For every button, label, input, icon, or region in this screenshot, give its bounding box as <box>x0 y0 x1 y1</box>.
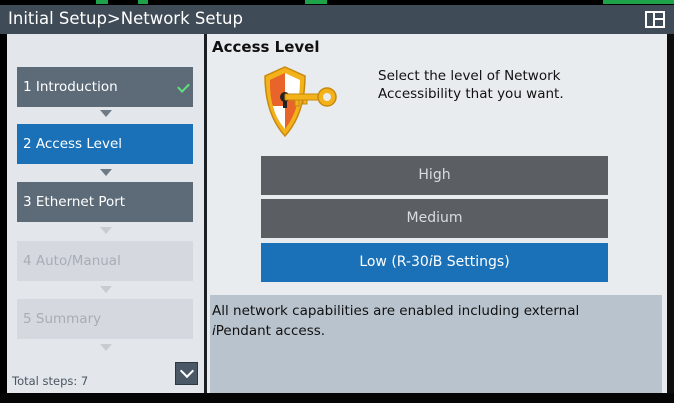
arrow-down-icon <box>100 286 112 293</box>
level-label-prefix: Low (R-30 <box>359 254 429 270</box>
step-label: 4 Auto/Manual <box>23 253 121 269</box>
top-accent <box>96 0 108 4</box>
title-bar: Initial Setup>Network Setup <box>0 5 674 34</box>
level-high-button[interactable]: High <box>261 156 608 195</box>
description-line-2: Pendant access. <box>215 323 326 339</box>
step-ethernet-port[interactable]: 3 Ethernet Port <box>17 182 193 222</box>
step-label: 3 Ethernet Port <box>23 194 126 210</box>
shield-key-icon <box>264 66 337 138</box>
main-content: Access Level Select the level of Network… <box>207 34 667 393</box>
top-accent <box>305 0 327 4</box>
bottom-strip <box>0 393 674 403</box>
step-access-level[interactable]: 2 Access Level <box>17 124 193 164</box>
arrow-down-icon <box>100 344 112 351</box>
description-line-1: All network capabilities are enabled inc… <box>212 303 580 319</box>
total-steps: Total steps: 7 <box>12 374 89 388</box>
arrow-down-icon <box>100 110 112 117</box>
arrow-down-icon <box>100 169 112 176</box>
chevron-down-icon[interactable] <box>175 362 198 385</box>
level-low-button[interactable]: Low (R-30iB Settings) <box>261 243 608 282</box>
level-label: Medium <box>406 210 463 226</box>
arrow-down-icon <box>100 227 112 234</box>
top-accent <box>603 0 674 4</box>
page-title: Access Level <box>212 38 320 56</box>
level-medium-button[interactable]: Medium <box>261 199 608 238</box>
step-label: 5 Summary <box>23 311 102 327</box>
right-edge <box>667 34 674 393</box>
level-label-suffix: B Settings) <box>432 254 510 270</box>
step-summary: 5 Summary <box>17 299 193 339</box>
level-description: All network capabilities are enabled inc… <box>210 295 662 393</box>
step-label: 1 Introduction <box>23 79 118 95</box>
step-label: 2 Access Level <box>23 136 123 152</box>
step-auto-manual: 4 Auto/Manual <box>17 241 193 281</box>
level-label: High <box>418 167 451 183</box>
check-icon <box>177 80 190 93</box>
steps-sidebar: 1 Introduction 2 Access Level 3 Ethernet… <box>7 34 204 393</box>
step-introduction[interactable]: 1 Introduction <box>17 67 193 107</box>
instructions-text: Select the level of Network Accessibilit… <box>378 68 564 102</box>
top-accent <box>138 0 148 4</box>
window-title: Initial Setup>Network Setup <box>8 9 243 28</box>
panel-layout-icon[interactable] <box>645 11 665 28</box>
